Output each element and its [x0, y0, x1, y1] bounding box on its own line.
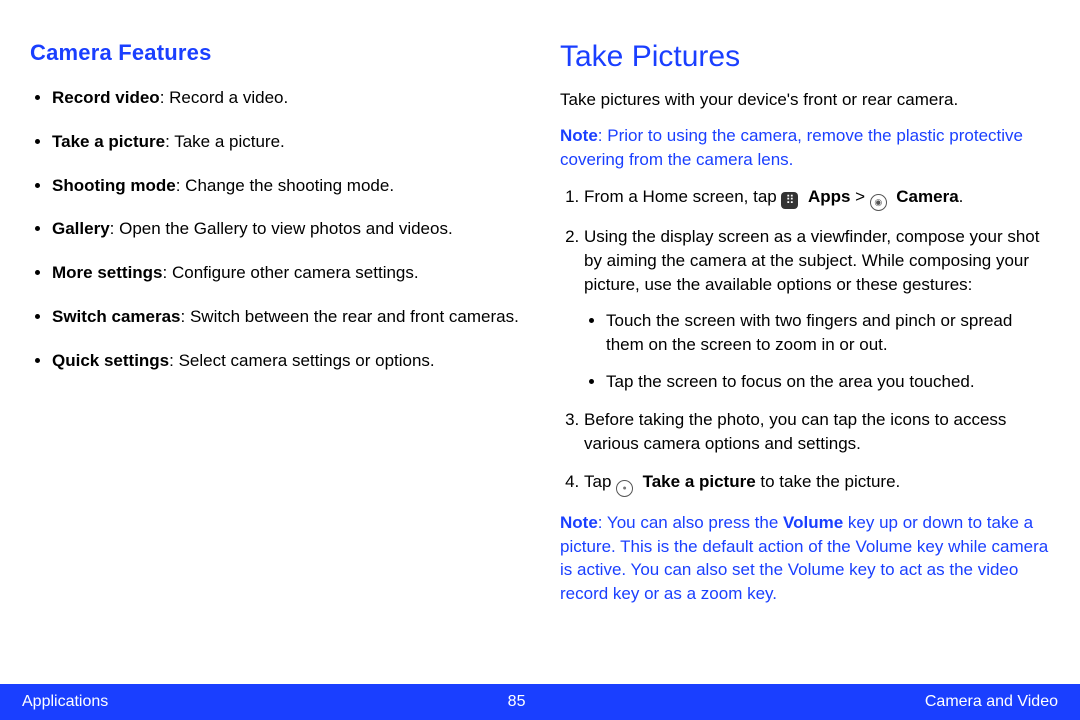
term: More settings [52, 263, 163, 282]
steps-list: From a Home screen, tap Apps > Camera. U… [560, 185, 1050, 496]
desc: : Take a picture. [165, 132, 285, 151]
list-item: More settings: Configure other camera se… [52, 261, 520, 285]
desc: : Record a video. [160, 88, 289, 107]
page-footer: Applications 85 Camera and Video [0, 684, 1080, 720]
text: From a Home screen, tap [584, 187, 781, 206]
term: Record video [52, 88, 160, 107]
footer-right: Camera and Video [925, 693, 1058, 711]
note-remove-cover: Note: Prior to using the camera, remove … [560, 124, 1050, 172]
left-column: Camera Features Record video: Record a v… [30, 40, 520, 684]
apps-icon [781, 192, 798, 209]
list-item: Shooting mode: Change the shooting mode. [52, 174, 520, 198]
footer-left: Applications [22, 693, 108, 711]
list-item: Take a picture: Take a picture. [52, 130, 520, 154]
page-number: 85 [508, 693, 526, 711]
take-pictures-heading: Take Pictures [560, 40, 1050, 74]
camera-label: Camera [896, 187, 958, 206]
desc: : Select camera settings or options. [169, 351, 435, 370]
step-3: Before taking the photo, you can tap the… [584, 408, 1050, 456]
shutter-icon [616, 480, 633, 497]
list-item: Gallery: Open the Gallery to view photos… [52, 217, 520, 241]
text: : You can also press the [598, 513, 783, 532]
text: . [959, 187, 964, 206]
gt: > [850, 187, 869, 206]
desc: : Switch between the rear and front came… [181, 307, 519, 326]
note-label: Note [560, 513, 598, 532]
list-item: Touch the screen with two fingers and pi… [606, 309, 1050, 357]
take-picture-label: Take a picture [643, 472, 756, 491]
volume-label: Volume [783, 513, 843, 532]
text: to take the picture. [756, 472, 901, 491]
apps-label: Apps [808, 187, 851, 206]
text: Using the display screen as a viewfinder… [584, 227, 1039, 294]
term: Take a picture [52, 132, 165, 151]
note-label: Note [560, 126, 598, 145]
term: Quick settings [52, 351, 169, 370]
text: Tap [584, 472, 616, 491]
note-volume-key: Note: You can also press the Volume key … [560, 511, 1050, 606]
desc: : Configure other camera settings. [163, 263, 419, 282]
right-column: Take Pictures Take pictures with your de… [560, 40, 1050, 684]
note-body: : Prior to using the camera, remove the … [560, 126, 1023, 169]
camera-features-heading: Camera Features [30, 40, 520, 66]
desc: : Open the Gallery to view photos and vi… [110, 219, 453, 238]
step-1: From a Home screen, tap Apps > Camera. [584, 185, 1050, 211]
list-item: Record video: Record a video. [52, 86, 520, 110]
gesture-list: Touch the screen with two fingers and pi… [584, 309, 1050, 394]
step-2: Using the display screen as a viewfinder… [584, 225, 1050, 394]
list-item: Tap the screen to focus on the area you … [606, 370, 1050, 394]
term: Switch cameras [52, 307, 181, 326]
feature-list: Record video: Record a video. Take a pic… [30, 86, 520, 373]
list-item: Switch cameras: Switch between the rear … [52, 305, 520, 329]
step-4: Tap Take a picture to take the picture. [584, 470, 1050, 497]
camera-icon [870, 194, 887, 211]
list-item: Quick settings: Select camera settings o… [52, 349, 520, 373]
term: Gallery [52, 219, 110, 238]
term: Shooting mode [52, 176, 176, 195]
intro-text: Take pictures with your device's front o… [560, 88, 1050, 112]
desc: : Change the shooting mode. [176, 176, 394, 195]
